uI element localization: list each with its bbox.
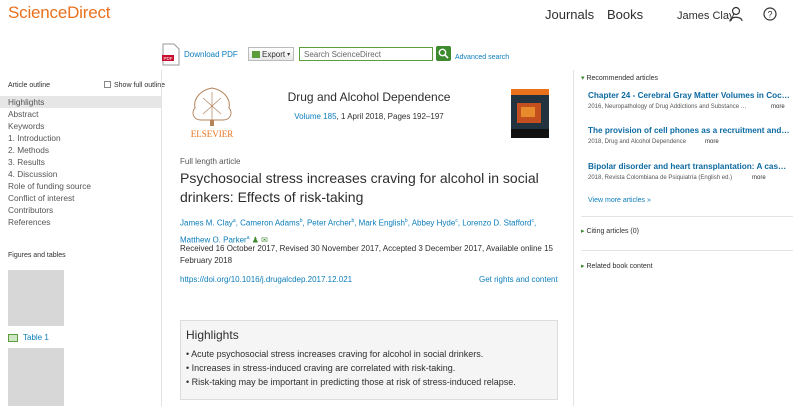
outline-item-funding[interactable]: Role of funding source — [0, 180, 161, 192]
outline-item-methods[interactable]: 2. Methods — [0, 144, 161, 156]
author-link[interactable]: Lorenzo D. Stafford — [462, 219, 531, 228]
export-icon — [252, 50, 260, 58]
figure-thumbnail[interactable] — [8, 270, 64, 326]
author-link[interactable]: James M. Clay — [180, 219, 233, 228]
recommended-article-title[interactable]: The provision of cell phones as a recrui… — [588, 126, 790, 135]
download-pdf-link[interactable]: Download PDF — [184, 50, 238, 59]
author-link[interactable]: Abbey Hyde — [412, 219, 456, 228]
author-link[interactable]: Mark English — [359, 219, 405, 228]
recommended-article-meta: 2018, Drug and Alcohol Dependence — [588, 139, 687, 145]
chevron-down-icon: ▾ — [581, 75, 585, 82]
highlight-item: • Risk-taking may be important in predic… — [186, 377, 516, 387]
elsevier-logo[interactable]: ELSEVIER — [181, 84, 243, 140]
article-title: Psychosocial stress increases craving fo… — [180, 170, 539, 205]
outline-item-references[interactable]: References — [0, 216, 161, 228]
recommended-article-title[interactable]: Chapter 24 - Cerebral Gray Matter Volume… — [588, 91, 790, 100]
search-button[interactable] — [436, 46, 451, 61]
article-dates: Received 16 October 2017, Revised 30 Nov… — [180, 244, 553, 265]
doi-link[interactable]: https://doi.org/10.1016/j.drugalcdep.201… — [180, 275, 352, 284]
nav-journals[interactable]: Journals — [545, 7, 594, 22]
show-full-outline-label[interactable]: Show full outline — [114, 82, 165, 89]
more-link[interactable]: more — [752, 175, 766, 181]
pdf-icon[interactable]: PDF — [162, 43, 180, 66]
svg-text:?: ? — [767, 10, 772, 20]
figures-tables-title: Figures and tables — [8, 252, 66, 259]
export-button[interactable]: Export ▾ — [248, 47, 294, 61]
more-link[interactable]: more — [771, 104, 785, 110]
search-icon — [438, 48, 449, 59]
table-1-link[interactable]: Table 1 — [23, 333, 49, 342]
chevron-right-icon: ▸ — [581, 263, 585, 270]
recommended-articles-header[interactable]: ▾ Recommended articles — [581, 74, 658, 82]
section-divider — [581, 250, 793, 251]
more-link[interactable]: more — [705, 139, 719, 145]
show-full-outline-checkbox[interactable] — [104, 81, 111, 88]
journal-volume: Volume 185, 1 April 2018, Pages 192–197 — [244, 112, 494, 121]
outline-item-introduction[interactable]: 1. Introduction — [0, 132, 161, 144]
related-book-content-header[interactable]: ▸ Related book content — [581, 262, 653, 270]
recommended-article-meta: 2018, Revista Colombiana de Psiquiatría … — [588, 175, 733, 181]
volume-details: , 1 April 2018, Pages 192–197 — [336, 112, 444, 121]
svg-text:ELSEVIER: ELSEVIER — [191, 129, 234, 139]
section-divider — [581, 216, 793, 217]
article-type: Full length article — [180, 157, 241, 166]
table-icon — [8, 334, 18, 342]
view-more-articles-link[interactable]: View more articles » — [588, 197, 651, 204]
recommended-article-title[interactable]: Bipolar disorder and heart transplantati… — [588, 162, 790, 171]
author-link[interactable]: Peter Archer — [307, 219, 351, 228]
svg-text:PDF: PDF — [164, 56, 173, 61]
author-link[interactable]: Cameron Adams — [240, 219, 300, 228]
outline-item-keywords[interactable]: Keywords — [0, 120, 161, 132]
outline-item-abstract[interactable]: Abstract — [0, 108, 161, 120]
highlight-item: • Acute psychosocial stress increases cr… — [186, 349, 484, 359]
highlight-item: • Increases in stress-induced craving ar… — [186, 363, 456, 373]
outline-item-discussion[interactable]: 4. Discussion — [0, 168, 161, 180]
citing-articles-header[interactable]: ▸ Citing articles (0) — [581, 227, 639, 235]
outline-item-highlights[interactable]: Highlights — [0, 96, 161, 108]
rights-link[interactable]: Get rights and content — [479, 275, 558, 284]
outline-item-results[interactable]: 3. Results — [0, 156, 161, 168]
nav-books[interactable]: Books — [607, 7, 643, 22]
volume-link[interactable]: Volume 185 — [294, 112, 336, 121]
help-icon[interactable]: ? — [763, 7, 777, 21]
user-icon[interactable] — [729, 6, 743, 22]
sciencedirect-logo[interactable]: ScienceDirect — [8, 3, 110, 23]
article-outline-title: Article outline — [8, 82, 51, 89]
recommended-article-meta: 2016, Neuropathology of Drug Addictions … — [588, 104, 747, 110]
search-input[interactable] — [299, 47, 433, 61]
outline-item-conflict[interactable]: Conflict of interest — [0, 192, 161, 204]
export-label: Export — [262, 49, 286, 59]
outline-item-contributors[interactable]: Contributors — [0, 204, 161, 216]
highlights-title: Highlights — [186, 328, 239, 342]
chevron-right-icon: ▸ — [581, 228, 585, 235]
advanced-search-link[interactable]: Advanced search — [455, 54, 509, 61]
journal-cover[interactable] — [511, 89, 549, 138]
user-name[interactable]: James Clay — [677, 10, 734, 22]
chevron-down-icon: ▾ — [287, 51, 291, 58]
journal-name[interactable]: Drug and Alcohol Dependence — [244, 90, 494, 104]
figure-thumbnail[interactable] — [8, 348, 64, 406]
